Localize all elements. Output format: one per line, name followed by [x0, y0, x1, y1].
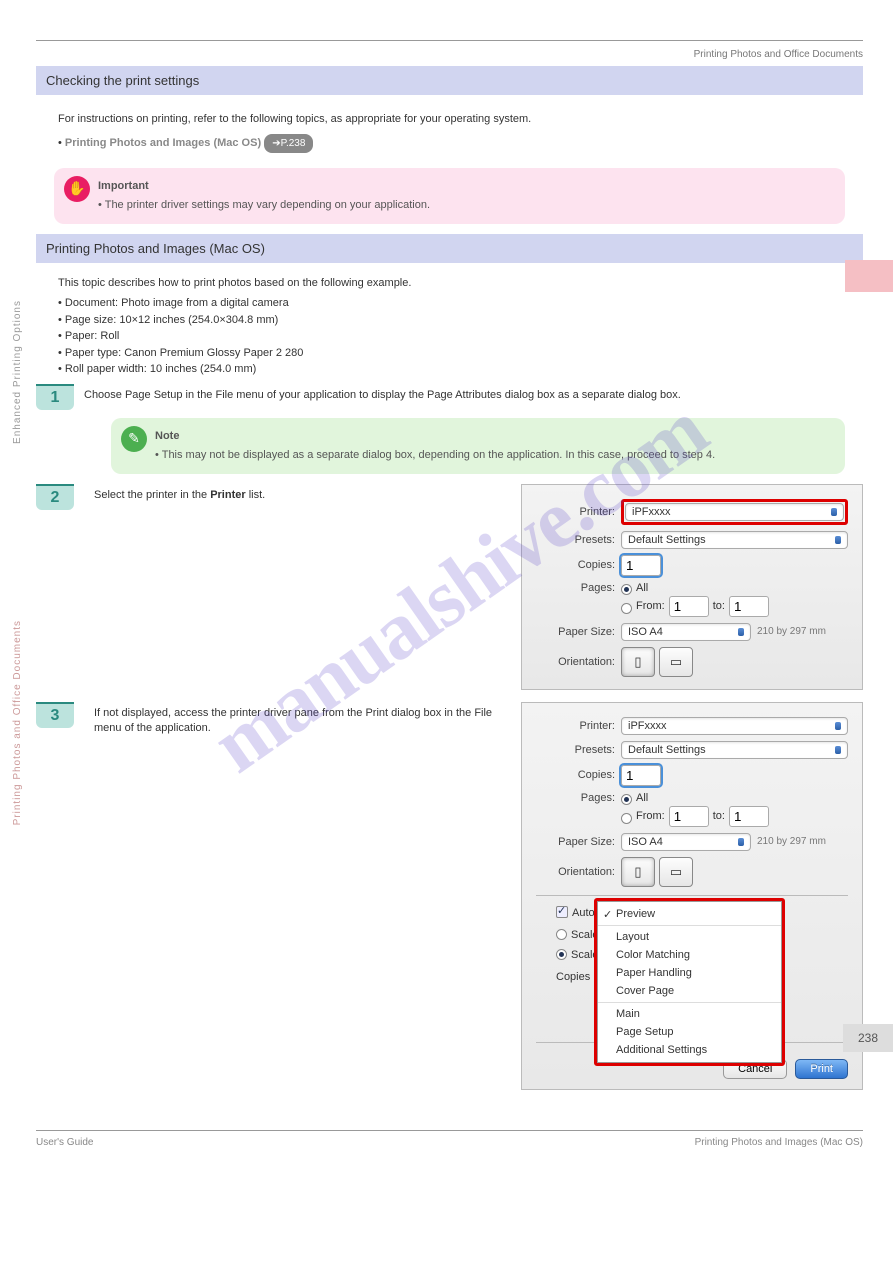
- copies-input-2[interactable]: [621, 765, 661, 786]
- side-tab-photos: Printing Photos and Office Documents: [12, 620, 23, 825]
- page-ref-badge[interactable]: ➔P.238: [264, 134, 313, 153]
- menu-preview[interactable]: Preview: [598, 905, 781, 923]
- papersize-label-2: Paper Size:: [536, 836, 621, 848]
- note-label: Note: [155, 428, 831, 445]
- ex-c: Paper: Roll: [65, 330, 119, 342]
- presets-label-2: Presets:: [536, 744, 621, 756]
- copies-label-lower: Copies: [556, 971, 590, 983]
- page-number-tab: 238: [843, 1024, 893, 1052]
- menu-layout[interactable]: Layout: [598, 928, 781, 946]
- scale-radio-2[interactable]: [556, 949, 567, 960]
- section-bar-mac-photos: Printing Photos and Images (Mac OS): [36, 234, 863, 263]
- auto-checkbox[interactable]: [556, 906, 568, 918]
- pencil-icon: ✎: [121, 426, 147, 452]
- pages-all-text-2: All: [636, 792, 648, 804]
- radio-all-2[interactable]: [621, 794, 632, 805]
- important-text: The printer driver settings may vary dep…: [105, 199, 430, 211]
- pages-label-2: Pages:: [536, 792, 621, 804]
- pages-from-label: From:: [636, 600, 665, 612]
- printer-select[interactable]: iPFxxxx: [625, 503, 844, 521]
- step-badge-3: 3: [36, 702, 74, 728]
- step3-text: If not displayed, access the printer dri…: [94, 702, 511, 738]
- hand-stop-icon: ✋: [64, 176, 90, 202]
- pages-from-input[interactable]: [669, 596, 709, 617]
- step1-text: Choose Page Setup in the File menu of yo…: [84, 384, 863, 404]
- ex-a: Document: Photo image from a digital cam…: [65, 297, 289, 309]
- radio-all[interactable]: [621, 584, 632, 595]
- footer: User's Guide Printing Photos and Images …: [36, 1130, 863, 1148]
- papersize-hint: 210 by 297 mm: [757, 626, 826, 637]
- note-callout: ✎ Note • This may not be displayed as a …: [111, 418, 845, 474]
- copies-input[interactable]: [621, 555, 661, 576]
- radio-from[interactable]: [621, 603, 632, 614]
- pages-from-label-2: From:: [636, 810, 665, 822]
- print-dialog: Printer: iPFxxxx Presets: Default Settin…: [521, 702, 863, 1090]
- radio-from-2[interactable]: [621, 813, 632, 824]
- orientation-portrait-button[interactable]: ▯: [621, 647, 655, 677]
- side-color-tab: [845, 260, 893, 292]
- footer-right: Printing Photos and Images (Mac OS): [695, 1137, 863, 1148]
- header-right-caption: Printing Photos and Office Documents: [36, 49, 863, 60]
- pages-from-input-2[interactable]: [669, 806, 709, 827]
- scale-radio-1[interactable]: [556, 929, 567, 940]
- side-tab-enhanced: Enhanced Printing Options: [12, 300, 23, 444]
- orientation-label: Orientation:: [536, 656, 621, 668]
- pages-to-input[interactable]: [729, 596, 769, 617]
- note-text: This may not be displayed as a separate …: [162, 449, 715, 461]
- pages-all-text: All: [636, 582, 648, 594]
- presets-select-2[interactable]: Default Settings: [621, 741, 848, 759]
- presets-label: Presets:: [536, 534, 621, 546]
- papersize-select[interactable]: ISO A4: [621, 623, 751, 641]
- papersize-hint-2: 210 by 297 mm: [757, 836, 826, 847]
- link-mac-os-photos[interactable]: Printing Photos and Images (Mac OS): [65, 137, 261, 149]
- menu-color-matching[interactable]: Color Matching: [598, 946, 781, 964]
- orientation-label-2: Orientation:: [536, 866, 621, 878]
- menu-page-setup[interactable]: Page Setup: [598, 1023, 781, 1041]
- pages-to-input-2[interactable]: [729, 806, 769, 827]
- section1-body: For instructions on printing, refer to t…: [36, 101, 863, 163]
- auto-label: Auto: [572, 907, 595, 919]
- orientation-portrait-button-2[interactable]: ▯: [621, 857, 655, 887]
- ex-d: Paper type: Canon Premium Glossy Paper 2…: [65, 347, 303, 359]
- pages-label: Pages:: [536, 582, 621, 594]
- print-button[interactable]: Print: [795, 1059, 848, 1079]
- section-bar-check-settings: Checking the print settings: [36, 66, 863, 95]
- pane-popup-menu[interactable]: Preview Layout Color Matching Paper Hand…: [597, 901, 782, 1063]
- pages-to-label: to:: [713, 600, 725, 612]
- section2-intro: This topic describes how to print photos…: [36, 269, 863, 380]
- sec1-intro: For instructions on printing, refer to t…: [58, 111, 841, 128]
- top-divider: [36, 40, 863, 41]
- important-label: Important: [98, 178, 831, 195]
- menu-paper-handling[interactable]: Paper Handling: [598, 964, 781, 982]
- orientation-landscape-button[interactable]: ▭: [659, 647, 693, 677]
- sec2-intro-line: This topic describes how to print photos…: [58, 275, 841, 292]
- copies-label: Copies:: [536, 559, 621, 571]
- pages-to-label-2: to:: [713, 810, 725, 822]
- step2-text: Select the printer in the Printer list.: [94, 484, 511, 504]
- orientation-landscape-button-2[interactable]: ▭: [659, 857, 693, 887]
- page-attributes-dialog: Printer: iPFxxxx Presets: Default Settin…: [521, 484, 863, 690]
- ex-e: Roll paper width: 10 inches (254.0 mm): [65, 363, 256, 375]
- important-callout: ✋ Important • The printer driver setting…: [54, 168, 845, 224]
- papersize-label: Paper Size:: [536, 626, 621, 638]
- step-badge-1: 1: [36, 384, 74, 410]
- step-badge-2: 2: [36, 484, 74, 510]
- dialog-divider: [536, 895, 848, 896]
- printer-select-2[interactable]: iPFxxxx: [621, 717, 848, 735]
- menu-cover-page[interactable]: Cover Page: [598, 982, 781, 1000]
- ex-b: Page size: 10×12 inches (254.0×304.8 mm): [65, 314, 278, 326]
- copies-label-2: Copies:: [536, 769, 621, 781]
- menu-additional-settings[interactable]: Additional Settings: [598, 1041, 781, 1059]
- menu-main[interactable]: Main: [598, 1005, 781, 1023]
- printer-label: Printer:: [536, 506, 621, 518]
- footer-left: User's Guide: [36, 1137, 94, 1148]
- papersize-select-2[interactable]: ISO A4: [621, 833, 751, 851]
- presets-select[interactable]: Default Settings: [621, 531, 848, 549]
- printer-label-2: Printer:: [536, 720, 621, 732]
